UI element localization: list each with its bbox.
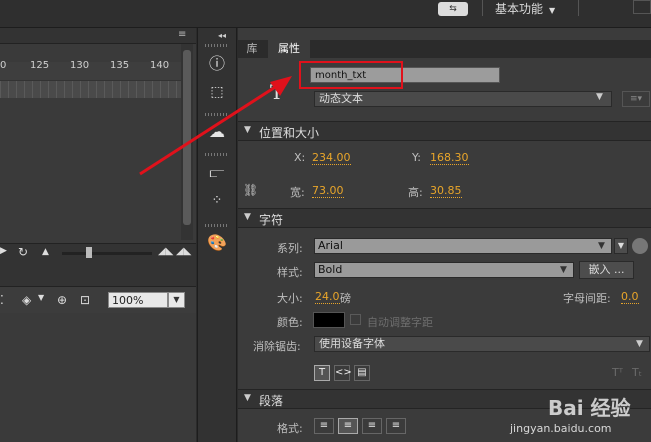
selectable-text-icon[interactable]: T bbox=[314, 365, 330, 381]
center-stage-icon[interactable]: ⊕ bbox=[57, 293, 67, 307]
chevron-down-icon: ▼ bbox=[636, 339, 643, 349]
slider-knob[interactable] bbox=[86, 247, 92, 258]
edit-symbol-icon[interactable]: ⁚ bbox=[0, 293, 4, 307]
panel-grip[interactable] bbox=[205, 44, 229, 47]
height-value[interactable]: 30.85 bbox=[430, 184, 462, 198]
panel-menu-icon[interactable]: ≡ bbox=[178, 29, 186, 40]
font-family-select[interactable]: Arial bbox=[314, 238, 612, 254]
letter-spacing-value[interactable]: 0.0 bbox=[621, 290, 639, 304]
stage-area bbox=[0, 313, 196, 442]
font-size-value[interactable]: 24.0 bbox=[315, 290, 340, 304]
loop-icon[interactable]: ↻ bbox=[18, 245, 28, 259]
search-box[interactable] bbox=[633, 0, 651, 14]
watermark-url: jingyan.baidu.com bbox=[510, 422, 612, 435]
timeline-header: ≡ bbox=[0, 28, 196, 44]
color-label: 颜色: bbox=[277, 316, 303, 329]
tab-library[interactable]: 库 bbox=[240, 40, 264, 58]
section-position-size[interactable]: ▼ 位置和大小 bbox=[238, 121, 651, 141]
edit-scene-icon[interactable]: ◈ bbox=[22, 293, 31, 307]
play-icon[interactable]: ▶ bbox=[0, 246, 7, 256]
align-left-icon[interactable]: ≡ bbox=[314, 418, 334, 434]
auto-kern-label: 自动调整字距 bbox=[367, 316, 433, 329]
font-size-label: 大小: bbox=[277, 292, 303, 305]
topbar-divider bbox=[578, 0, 579, 16]
font-globe-icon[interactable] bbox=[632, 238, 648, 254]
superscript-icon[interactable]: Tᵀ bbox=[612, 366, 623, 379]
embed-button[interactable]: 嵌入 ... bbox=[579, 261, 634, 279]
triangle-down-icon: ▼ bbox=[244, 212, 251, 222]
triangle-up-icon[interactable]: ▲ bbox=[42, 247, 49, 257]
y-value[interactable]: 168.30 bbox=[430, 151, 469, 165]
chevron-down-icon[interactable]: ▼ bbox=[38, 293, 44, 302]
auto-kern-checkbox[interactable] bbox=[350, 314, 361, 325]
watermark-brand: Bai 经验 bbox=[548, 396, 631, 420]
font-family-label: 系列: bbox=[277, 242, 303, 255]
font-style-label: 样式: bbox=[277, 266, 303, 279]
stage-header bbox=[0, 263, 196, 287]
ruler-label: 130 bbox=[70, 60, 90, 71]
collapse-panels-icon[interactable]: ◂◂ bbox=[218, 31, 226, 40]
workspace-label: 基本功能 bbox=[495, 2, 544, 16]
clip-content-icon[interactable]: ⊡ bbox=[80, 293, 90, 307]
sync-settings-button[interactable]: ⇆ bbox=[438, 2, 468, 16]
x-label: X: bbox=[294, 151, 306, 164]
section-title: 段落 bbox=[259, 394, 284, 408]
align-center-icon[interactable]: ≡ bbox=[338, 418, 358, 434]
link-icon[interactable]: ⛓ bbox=[243, 183, 258, 197]
chevron-down-icon: ▼ bbox=[596, 92, 603, 102]
align-right-icon[interactable]: ≡ bbox=[362, 418, 382, 434]
format-label: 格式: bbox=[277, 422, 303, 435]
align-justify-icon[interactable]: ≡ bbox=[386, 418, 406, 434]
chevron-down-icon: ▼ bbox=[549, 6, 556, 15]
y-label: Y: bbox=[412, 151, 421, 164]
chevron-down-icon: ▼ bbox=[560, 265, 567, 275]
font-style-select[interactable]: Bold bbox=[314, 262, 574, 278]
zoom-dropdown-button[interactable]: ▼ bbox=[168, 292, 185, 308]
anti-alias-select[interactable]: 使用设备字体 bbox=[314, 336, 650, 352]
x-value[interactable]: 234.00 bbox=[312, 151, 351, 165]
subscript-icon[interactable]: Tₜ bbox=[632, 366, 642, 379]
triangle-down-icon: ▼ bbox=[244, 125, 251, 135]
font-menu-button[interactable]: ▼ bbox=[614, 238, 628, 254]
text-type-select[interactable]: 动态文本 bbox=[314, 91, 612, 107]
mountain-large-icon[interactable]: ◢◣ bbox=[176, 246, 191, 257]
text-color-swatch[interactable] bbox=[313, 312, 345, 328]
tab-properties[interactable]: 属性 bbox=[268, 40, 310, 58]
topbar-divider bbox=[482, 0, 483, 16]
letter-spacing-label: 字母间距: bbox=[563, 292, 611, 305]
ruler-label: 125 bbox=[30, 60, 50, 71]
triangle-down-icon: ▼ bbox=[244, 393, 251, 403]
mountain-small-icon[interactable]: ◢◣ bbox=[158, 246, 173, 257]
text-direction-dropdown[interactable]: ≡▾ bbox=[622, 91, 650, 107]
section-title: 字符 bbox=[259, 213, 284, 227]
motion-presets-icon[interactable]: ⁘ bbox=[205, 190, 229, 212]
height-label: 高: bbox=[408, 186, 423, 199]
ruler-label: 0 bbox=[0, 60, 7, 71]
section-character[interactable]: ▼ 字符 bbox=[238, 208, 651, 228]
chevron-down-icon: ▼ bbox=[598, 241, 605, 251]
swatches-palette-icon[interactable]: 🎨 bbox=[205, 232, 229, 254]
width-value[interactable]: 73.00 bbox=[312, 184, 344, 198]
zoom-input[interactable]: 100% bbox=[108, 292, 168, 308]
font-size-unit: 磅 bbox=[340, 292, 351, 305]
workspace-switcher[interactable]: 基本功能 ▼ bbox=[495, 0, 555, 17]
section-title: 位置和大小 bbox=[259, 126, 320, 140]
show-border-icon[interactable]: ▤ bbox=[354, 365, 370, 381]
panel-grip[interactable] bbox=[205, 224, 229, 227]
render-html-icon[interactable]: <> bbox=[334, 365, 352, 381]
ruler-label: 135 bbox=[110, 60, 130, 71]
timeline-zoom-slider[interactable] bbox=[62, 252, 152, 255]
annotation-highlight-box bbox=[299, 61, 403, 89]
anti-alias-label: 消除锯齿: bbox=[253, 340, 301, 353]
width-label: 宽: bbox=[290, 186, 305, 199]
